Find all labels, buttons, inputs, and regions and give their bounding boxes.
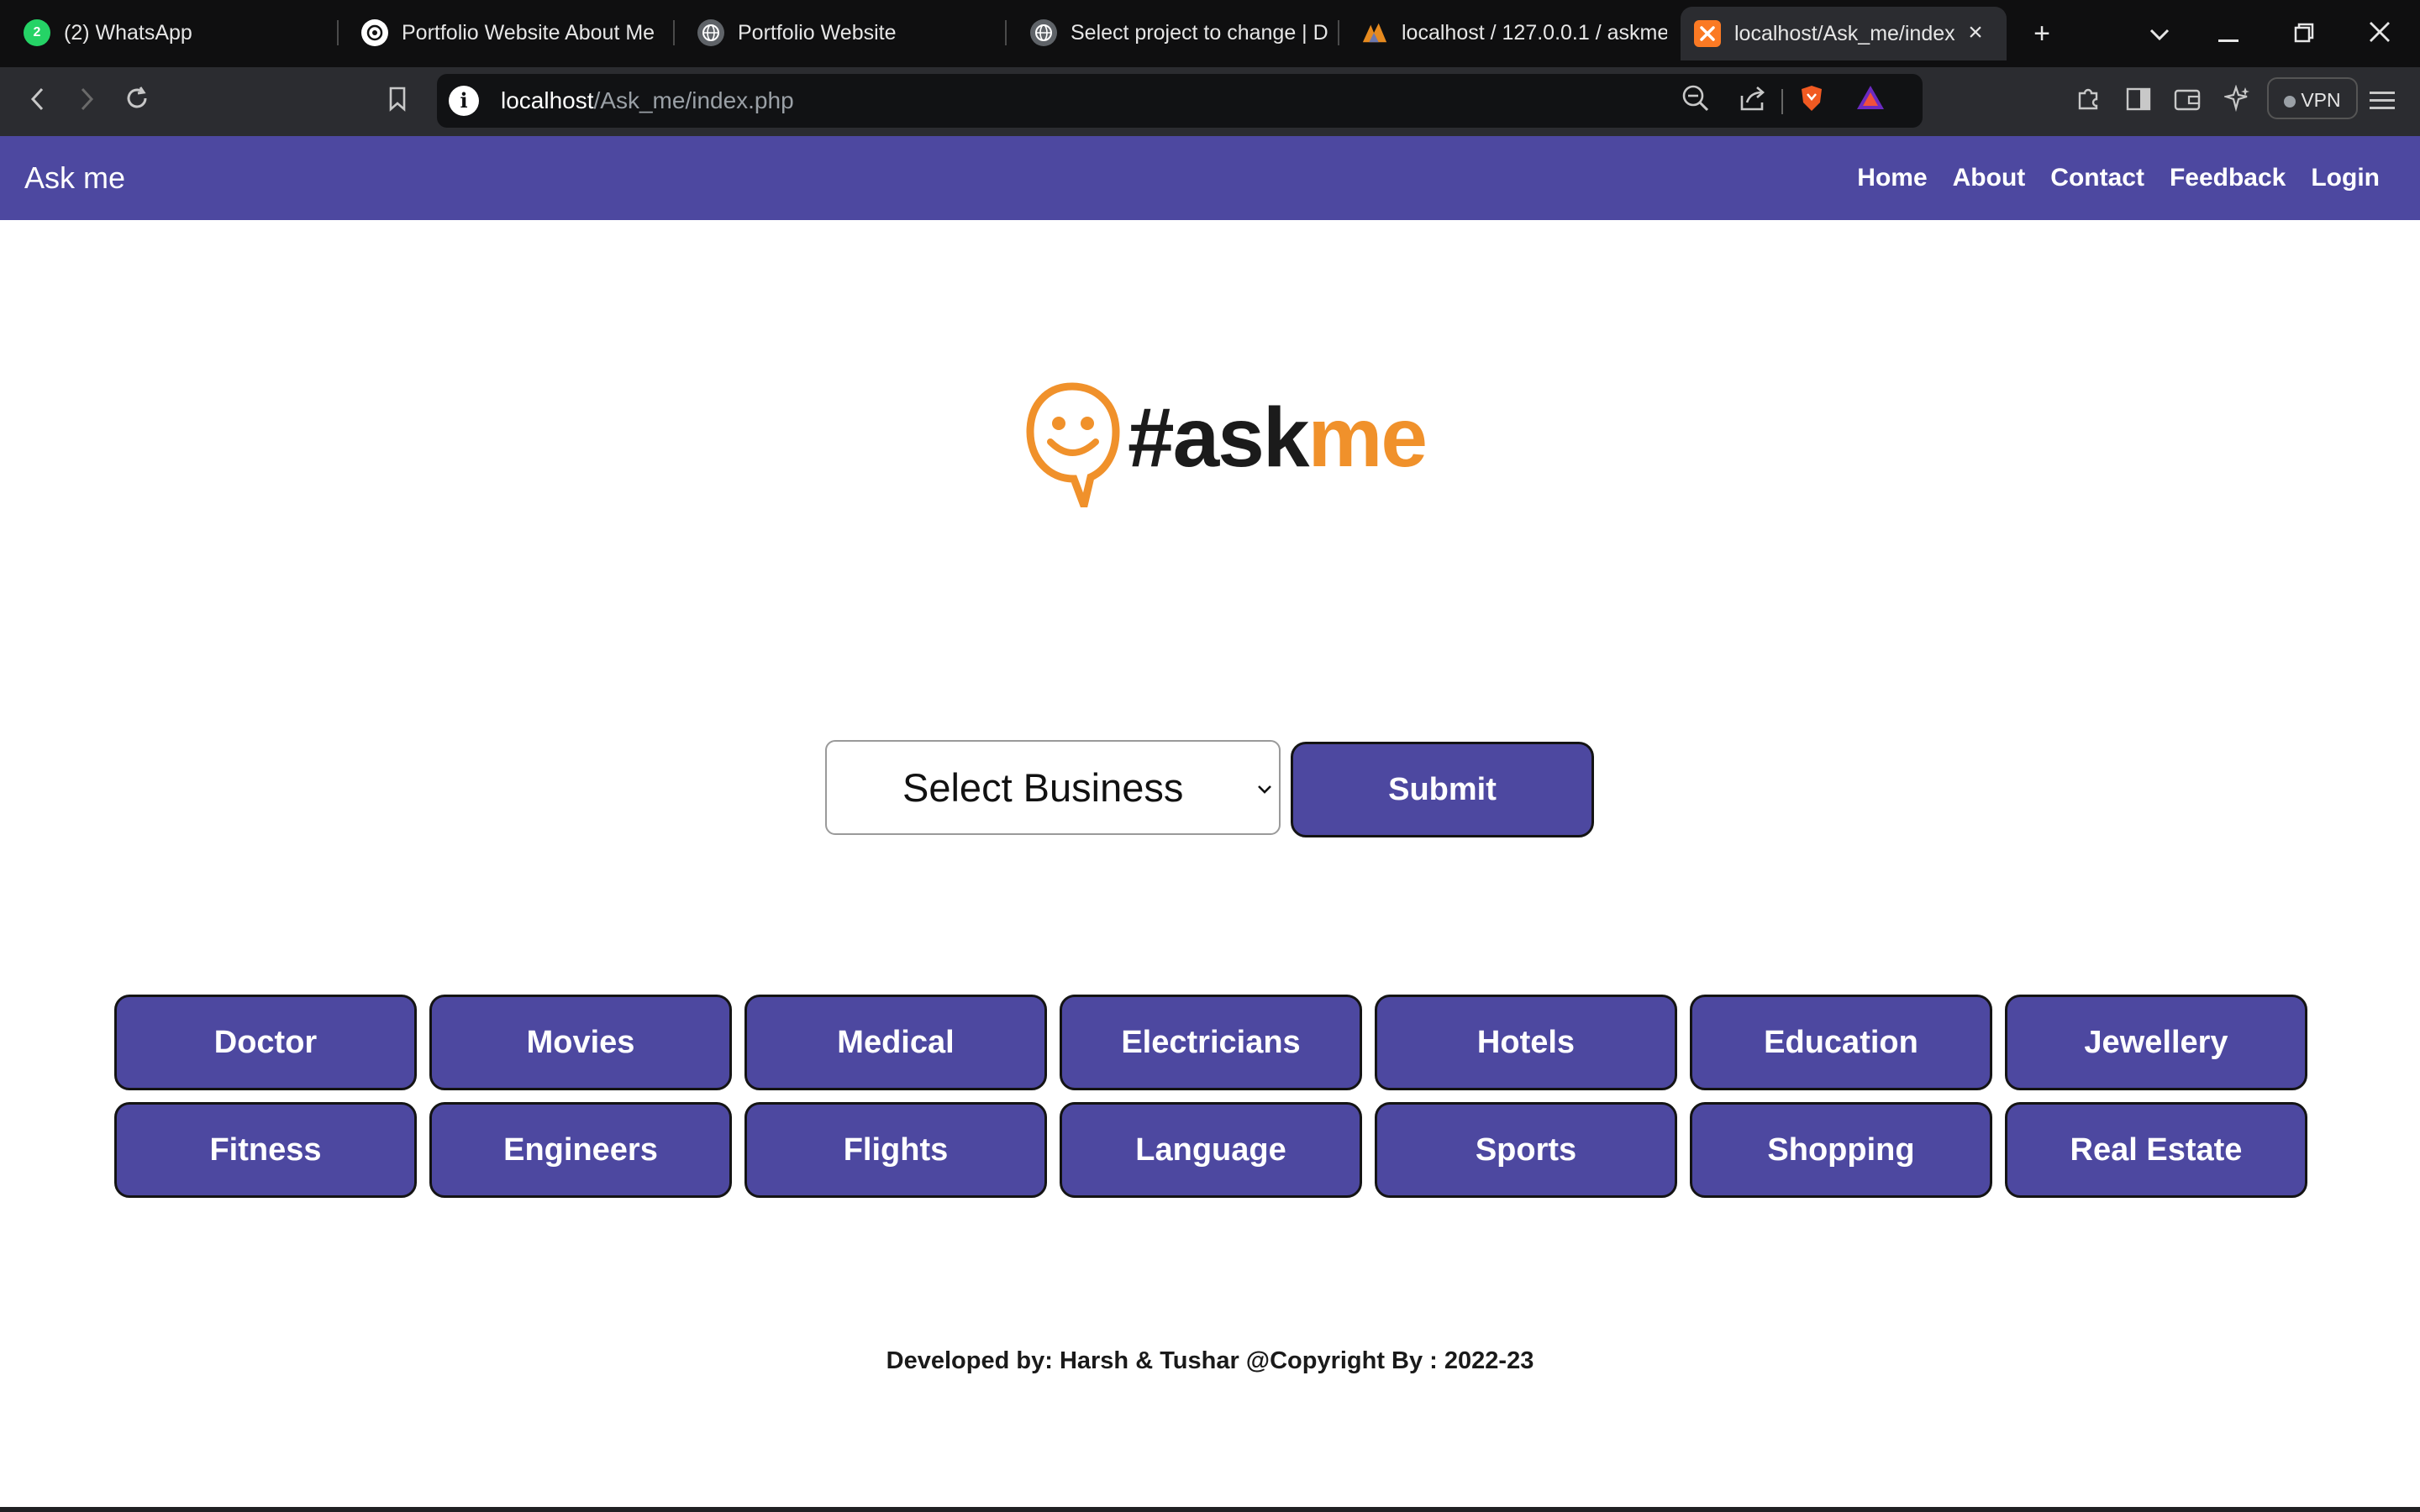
tab-title: Portfolio Website About Me <box>402 20 655 45</box>
tab-title: Select project to change | Dj <box>1071 20 1328 45</box>
tab-strip: 2 (2) WhatsApp Portfolio Website About M… <box>0 0 2420 67</box>
tab-title: localhost/Ask_me/index <box>1734 21 1955 45</box>
nav-links: Home About Contact Feedback Login <box>1832 136 2380 220</box>
address-divider <box>1781 89 1783 114</box>
tab-separator <box>673 20 675 45</box>
zoom-out-icon[interactable] <box>1679 84 1712 118</box>
close-window-icon[interactable] <box>2361 15 2398 52</box>
logo-me-text: me <box>1307 391 1428 485</box>
forward-icon[interactable] <box>67 82 106 121</box>
tab-portfolio[interactable]: Portfolio Website <box>684 7 1003 59</box>
vpn-status-dot <box>2284 95 2296 108</box>
back-icon[interactable] <box>18 82 57 121</box>
select-value: Select Business <box>902 765 1184 810</box>
leo-ai-icon[interactable] <box>2218 82 2257 121</box>
category-doctor[interactable]: Doctor <box>114 995 417 1090</box>
brave-shields-icon[interactable] <box>1795 84 1828 118</box>
url-path: /Ask_me/index.php <box>593 87 794 113</box>
category-real-estate[interactable]: Real Estate <box>2005 1102 2307 1198</box>
tab-separator <box>337 20 339 45</box>
tab-separator <box>1338 20 1339 45</box>
bottom-edge <box>0 1507 2420 1512</box>
submit-button[interactable]: Submit <box>1291 742 1594 837</box>
sidebar-icon[interactable] <box>2119 82 2158 121</box>
nav-home[interactable]: Home <box>1857 164 1927 192</box>
tab-separator <box>1005 20 1007 45</box>
category-jewellery[interactable]: Jewellery <box>2005 995 2307 1090</box>
site-brand[interactable]: Ask me <box>24 136 125 220</box>
brave-rewards-icon[interactable] <box>1854 84 1887 118</box>
page-footer: Developed by: Harsh & Tushar @Copyright … <box>886 1347 1534 1374</box>
address-bar[interactable]: i localhost/Ask_me/index.php <box>437 74 1923 128</box>
nav-login[interactable]: Login <box>2311 164 2380 192</box>
vpn-label: VPN <box>2301 89 2341 111</box>
business-select[interactable]: Select Business <box>825 740 1281 835</box>
tab-portfolio-about[interactable]: Portfolio Website About Me <box>348 7 672 59</box>
tab-title: Portfolio Website <box>738 20 897 45</box>
logo-hash-text: #ask <box>1128 391 1309 485</box>
logo-wordmark: #askme <box>1128 391 1428 485</box>
chevron-down-icon <box>1257 742 1272 833</box>
tab-django-admin[interactable]: Select project to change | Dj <box>1017 7 1328 59</box>
globe-icon <box>697 19 724 46</box>
menu-icon[interactable] <box>2363 82 2402 121</box>
category-movies[interactable]: Movies <box>429 995 732 1090</box>
category-engineers[interactable]: Engineers <box>429 1102 732 1198</box>
tab-title: (2) WhatsApp <box>64 20 192 45</box>
url-host: localhost <box>501 87 594 113</box>
share-icon[interactable] <box>1736 84 1770 118</box>
browser-chrome: 2 (2) WhatsApp Portfolio Website About M… <box>0 0 2420 136</box>
extensions-icon[interactable] <box>2069 82 2107 121</box>
category-sports[interactable]: Sports <box>1375 1102 1677 1198</box>
minimize-icon[interactable] <box>2210 15 2247 52</box>
category-grid: Doctor Movies Medical Electricians Hotel… <box>114 995 2307 1198</box>
category-fitness[interactable]: Fitness <box>114 1102 417 1198</box>
phpmyadmin-icon <box>1361 19 1388 46</box>
browser-toolbar: i localhost/Ask_me/index.php VPN <box>0 67 2420 136</box>
category-language[interactable]: Language <box>1060 1102 1362 1198</box>
tab-askme-active[interactable]: localhost/Ask_me/index × <box>1681 7 2007 60</box>
vpn-button[interactable]: VPN <box>2267 77 2358 119</box>
new-tab-icon[interactable]: + <box>2023 15 2060 52</box>
reload-icon[interactable] <box>118 82 156 121</box>
category-hotels[interactable]: Hotels <box>1375 995 1677 1090</box>
url-text[interactable]: localhost/Ask_me/index.php <box>501 74 794 128</box>
globe-icon <box>1030 19 1057 46</box>
bookmark-icon[interactable] <box>378 82 417 121</box>
nav-contact[interactable]: Contact <box>2050 164 2144 192</box>
smiley-chat-icon <box>1026 382 1120 507</box>
wallet-icon[interactable] <box>2168 82 2207 121</box>
nav-about[interactable]: About <box>1953 164 2026 192</box>
category-shopping[interactable]: Shopping <box>1690 1102 1992 1198</box>
close-tab-icon[interactable]: × <box>1963 20 1988 45</box>
category-electricians[interactable]: Electricians <box>1060 995 1362 1090</box>
whatsapp-icon: 2 <box>24 19 50 46</box>
category-education[interactable]: Education <box>1690 995 1992 1090</box>
restore-icon[interactable] <box>2286 15 2323 52</box>
site-info-icon[interactable]: i <box>449 86 479 116</box>
askme-logo: #askme <box>1023 376 1428 511</box>
tab-title: localhost / 127.0.0.1 / askme <box>1402 20 1667 45</box>
site-navbar: Ask me Home About Contact Feedback Login <box>0 136 2420 220</box>
category-flights[interactable]: Flights <box>744 1102 1047 1198</box>
tab-phpmyadmin[interactable]: localhost / 127.0.0.1 / askme <box>1348 7 1667 59</box>
xampp-icon <box>1694 20 1721 47</box>
tab-search-chevron-icon[interactable] <box>2141 15 2178 52</box>
nav-feedback[interactable]: Feedback <box>2170 164 2286 192</box>
category-medical[interactable]: Medical <box>744 995 1047 1090</box>
chatgpt-icon <box>361 19 388 46</box>
tab-whatsapp[interactable]: 2 (2) WhatsApp <box>10 7 338 59</box>
